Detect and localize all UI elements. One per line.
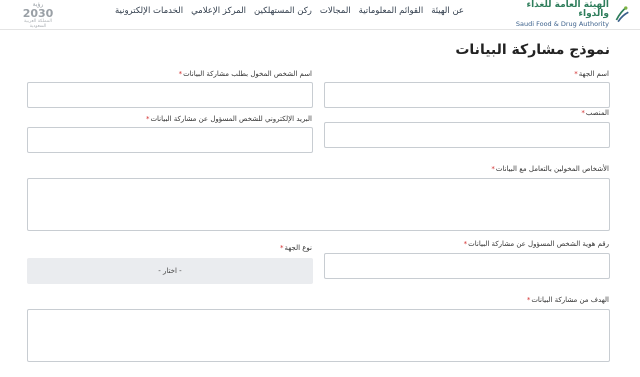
entity-type-select[interactable]: - اختار - [27,258,313,284]
required-mark: * [526,296,531,304]
nav-item-about[interactable]: عن الهيئة [427,6,468,16]
top-bar: الهيئة العامة للغذاء والدواء Saudi Food … [0,0,640,30]
authorized-person-input[interactable] [28,83,312,108]
required-mark: * [574,70,578,78]
email-input[interactable] [28,128,312,153]
required-mark: * [279,244,284,252]
entity-type-selected-value: - اختار - [158,267,182,275]
id-number-input[interactable] [325,254,609,279]
entity-type-label: نوع الجهة* [279,244,312,252]
nav-item-e-services[interactable]: الخدمات الإلكترونية [111,6,187,16]
required-mark: * [581,109,585,117]
authorized-persons-input[interactable] [28,179,609,230]
logo-english-text: Saudi Food & Drug Authority [515,19,609,28]
authorized-person-field[interactable] [27,82,313,108]
entity-name-field[interactable] [324,82,610,108]
page-title: نموذج مشاركة البيانات [455,42,610,58]
required-mark: * [178,70,183,78]
vision-number: 2030 [22,7,54,20]
entity-name-input[interactable] [325,83,609,108]
email-field[interactable] [27,127,313,153]
sfda-logo[interactable]: الهيئة العامة للغذاء والدواء Saudi Food … [510,0,630,28]
authorized-persons-label: الأشخاص المخولين بالتعامل مع البيانات* [491,165,609,173]
authorized-person-label: اسم الشخص المخول بطلب مشاركة البيانات* [178,70,312,78]
purpose-textarea[interactable] [27,309,610,362]
entity-name-label: اسم الجهة* [574,70,609,78]
nav-item-info-lists[interactable]: القوائم المعلوماتية [355,6,428,16]
authorized-persons-textarea[interactable] [27,178,610,231]
nav-item-consumers[interactable]: ركن المستهلكين [250,6,316,16]
vision-2030-logo: رؤية 2030 المملكة العربية السعودية [18,1,58,29]
position-field[interactable] [324,122,610,148]
required-mark: * [491,165,495,173]
nav-item-fields[interactable]: المجالات [316,6,355,16]
purpose-input[interactable] [28,310,609,361]
required-mark: * [145,115,150,123]
id-number-label: رقم هوية الشخص المسؤول عن مشاركة البيانا… [463,240,609,248]
purpose-label: الهدف من مشاركة البيانات* [526,296,609,304]
logo-arabic-text: الهيئة العامة للغذاء والدواء [526,0,609,19]
nav-item-media-center[interactable]: المركز الإعلامي [187,6,250,16]
position-label: المنصب* [581,109,609,117]
position-input[interactable] [325,123,609,148]
main-nav: عن الهيئة القوائم المعلوماتية المجالات ر… [111,6,468,16]
sfda-logo-icon [615,6,629,23]
vision-sub-text: المملكة العربية السعودية [24,19,52,29]
email-label: البريد الإلكتروني للشخص المسؤول عن مشارك… [145,115,312,123]
required-mark: * [463,240,468,248]
id-number-field[interactable] [324,253,610,279]
